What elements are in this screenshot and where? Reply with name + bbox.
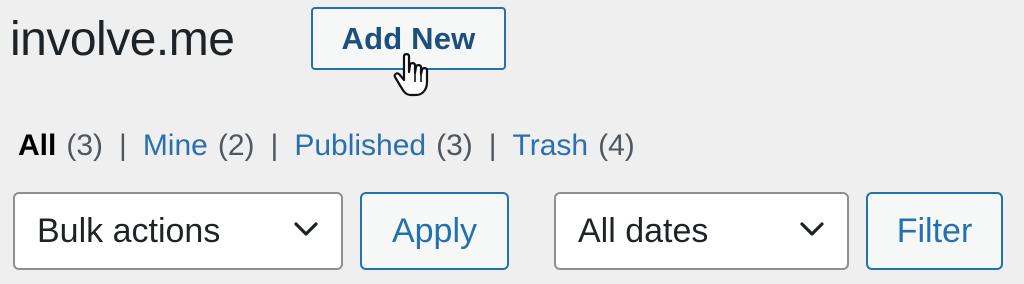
view-mine-count: (2): [217, 129, 255, 162]
page-title: involve.me: [10, 13, 235, 66]
filter-button[interactable]: Filter: [866, 192, 1003, 270]
view-trash-link[interactable]: Trash: [513, 126, 589, 166]
hand-pointer-icon: [393, 53, 429, 97]
view-published-count: (3): [436, 129, 473, 162]
status-filter-links: All (3) | Mine (2) | Published (3) | Tra…: [18, 126, 635, 166]
separator: |: [119, 129, 127, 162]
date-filter-select[interactable]: All dates: [554, 192, 849, 270]
chevron-down-icon: [294, 222, 318, 236]
view-published-link[interactable]: Published: [294, 126, 426, 166]
posts-list-screen: involve.me Add New All (3) | Mine (2) | …: [0, 0, 1024, 284]
bulk-actions-value: Bulk actions: [37, 211, 221, 250]
view-all-link[interactable]: All: [18, 126, 56, 166]
view-all-count: (3): [66, 129, 104, 162]
date-filter-value: All dates: [578, 211, 709, 250]
view-trash-count: (4): [598, 129, 635, 162]
chevron-down-icon: [800, 222, 824, 236]
separator: |: [270, 129, 279, 162]
bulk-actions-select[interactable]: Bulk actions: [13, 192, 343, 270]
separator: |: [488, 129, 497, 162]
apply-button[interactable]: Apply: [360, 192, 509, 270]
view-mine-link[interactable]: Mine: [143, 126, 208, 166]
